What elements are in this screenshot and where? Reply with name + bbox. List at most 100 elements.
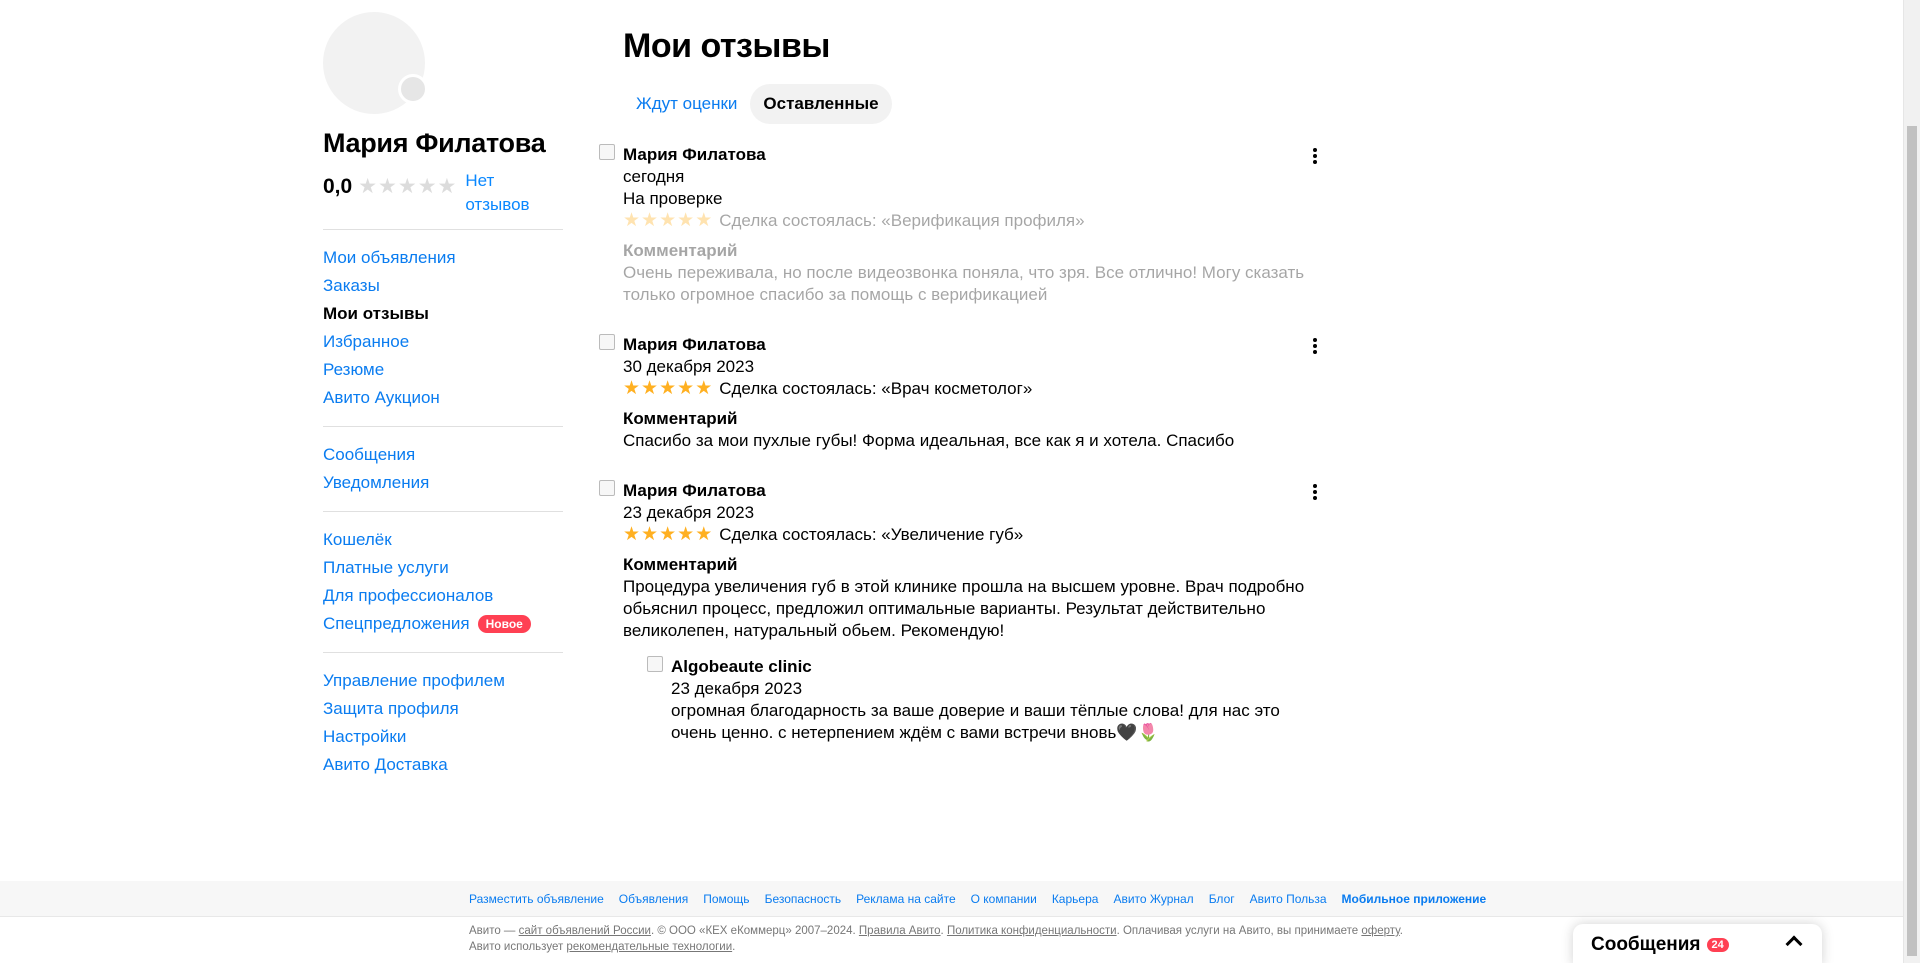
- legal-link-privacy[interactable]: Политика конфиденциальности: [947, 925, 1117, 937]
- footer-link[interactable]: Безопасность: [765, 892, 842, 906]
- footer-link[interactable]: Авито Журнал: [1113, 892, 1193, 906]
- sidebar-item-label: Мои отзывы: [323, 304, 429, 323]
- reply-author[interactable]: Algobeaute clinic: [671, 656, 1323, 678]
- sidebar-item-label: Платные услуги: [323, 558, 449, 577]
- star-icon: ★: [659, 210, 677, 231]
- sidebar-item[interactable]: Сообщения: [323, 441, 563, 469]
- star-icon: ★: [695, 378, 713, 399]
- sidebar-item[interactable]: Управление профилем: [323, 667, 563, 695]
- legal-link-recommendations[interactable]: рекомендательные технологии: [566, 941, 732, 953]
- main-content: Мои отзывы Ждут оценки Оставленные Мария …: [599, 26, 1325, 772]
- new-badge: Новое: [477, 615, 531, 633]
- rating-stars: ★ ★ ★ ★ ★: [358, 176, 457, 197]
- reviews-list: Мария Филатова сегодня На проверке ★ ★ ★ ★ ★ Сде…: [599, 144, 1325, 744]
- legal-text: .: [732, 941, 736, 953]
- sidebar-item[interactable]: Мои объявления: [323, 244, 563, 272]
- messages-widget[interactable]: Сообщения 24: [1573, 924, 1822, 963]
- sidebar-item[interactable]: Спецпредложения Новое: [323, 610, 563, 638]
- review-card: Мария Филатова 23 декабря 2023 ★ ★ ★ ★ ★ Сделка…: [599, 480, 1325, 744]
- footer-link[interactable]: О компании: [971, 892, 1037, 906]
- star-icon: ★: [677, 210, 695, 231]
- reviewer-avatar: [599, 480, 615, 496]
- more-options-icon[interactable]: [1305, 336, 1325, 356]
- star-icon: ★: [659, 378, 677, 399]
- star-icon: ★: [623, 524, 641, 545]
- deal-text: Сделка состоялась: «Врач косметолог»: [719, 379, 1033, 398]
- star-icon: ★: [623, 210, 641, 231]
- sidebar-item-label: Заказы: [323, 276, 380, 295]
- review-date: 30 декабря 2023: [623, 357, 755, 376]
- review-rating: ★ ★ ★ ★ ★ Сделка состоялась: «Верификация про…: [623, 210, 1323, 232]
- legal-text: Авито —: [469, 925, 519, 937]
- deal-text: Сделка состоялась: «Увеличение губ»: [719, 525, 1024, 544]
- review-rating: ★ ★ ★ ★ ★ Сделка состоялась: «Врач косметолог…: [623, 378, 1323, 400]
- footer-link[interactable]: Карьера: [1052, 892, 1099, 906]
- rating-value: 0,0: [323, 175, 353, 198]
- review-author[interactable]: Мария Филатова: [623, 480, 1323, 502]
- messages-widget-title: Сообщения: [1591, 934, 1701, 955]
- sidebar-item-label: Авито Аукцион: [323, 388, 440, 407]
- scrollbar[interactable]: [1903, 0, 1920, 963]
- sidebar-item-label: Кошелёк: [323, 530, 392, 549]
- avatar[interactable]: [323, 12, 428, 114]
- footer-link[interactable]: Объявления: [619, 892, 688, 906]
- footer-link[interactable]: Реклама на сайте: [856, 892, 956, 906]
- review-date: 23 декабря 2023: [623, 503, 755, 522]
- tab[interactable]: Ждут оценки: [623, 84, 750, 124]
- avatar-badge: [398, 74, 428, 104]
- sidebar-item[interactable]: Избранное: [323, 328, 563, 356]
- sidebar-item[interactable]: Резюме: [323, 356, 563, 384]
- seller-reply: Algobeaute clinic 23 декабря 2023 огромная…: [647, 656, 1323, 744]
- no-reviews-link[interactable]: Нет отзывов: [465, 169, 545, 217]
- sidebar-item[interactable]: Кошелёк: [323, 526, 563, 554]
- chevron-up-icon[interactable]: [1785, 935, 1803, 953]
- divider: [323, 652, 563, 653]
- review-author[interactable]: Мария Филатова: [623, 144, 1323, 166]
- tab[interactable]: Оставленные: [750, 84, 892, 124]
- rating-row: 0,0 ★ ★ ★ ★ ★ Нет отзывов: [323, 169, 563, 217]
- sidebar-item[interactable]: Уведомления: [323, 469, 563, 497]
- more-options-icon[interactable]: [1305, 482, 1325, 502]
- sidebar-item-label: Мои объявления: [323, 248, 456, 267]
- more-options-icon[interactable]: [1305, 146, 1325, 166]
- nav-group: Сообщения Уведомления: [323, 439, 563, 499]
- comment-text: Очень переживала, но после видеозвонка п…: [623, 263, 1305, 304]
- sidebar-item[interactable]: Настройки: [323, 723, 563, 751]
- comment-label: Комментарий: [623, 555, 738, 574]
- scrollbar-thumb[interactable]: [1907, 126, 1917, 956]
- comment-text: Спасибо за мои пухлые губы! Форма идеаль…: [623, 431, 1235, 450]
- sidebar-item-label: Авито Доставка: [323, 755, 448, 774]
- footer-legal: Авито — сайт объявлений России. © ООО «К…: [0, 917, 1430, 955]
- comment-label: Комментарий: [623, 241, 738, 260]
- sidebar-item-label: Сообщения: [323, 445, 416, 464]
- legal-link-site[interactable]: сайт объявлений России: [519, 925, 651, 937]
- footer-link[interactable]: Помощь: [703, 892, 749, 906]
- sidebar-item[interactable]: Авито Аукцион: [323, 384, 563, 412]
- footer-link[interactable]: Блог: [1209, 892, 1235, 906]
- star-icon: ★: [641, 378, 659, 399]
- star-empty-icon: ★: [378, 175, 397, 198]
- legal-link-rules[interactable]: Правила Авито: [859, 925, 941, 937]
- nav-group: Кошелёк Платные услуги Для профессионалов С…: [323, 524, 563, 640]
- footer-link[interactable]: Мобильное приложение: [1342, 892, 1487, 906]
- page-title: Мои отзывы: [623, 27, 830, 65]
- star-empty-icon: ★: [358, 175, 378, 198]
- review-status: На проверке: [623, 189, 723, 208]
- footer-link[interactable]: Авито Польза: [1250, 892, 1327, 906]
- reviewer-avatar: [599, 334, 615, 350]
- sidebar-item[interactable]: Заказы: [323, 272, 563, 300]
- sidebar-item[interactable]: Для профессионалов: [323, 582, 563, 610]
- legal-link-offer[interactable]: оферту: [1361, 925, 1399, 937]
- reply-text: огромная благодарность за ваше доверие и…: [671, 701, 1280, 742]
- sidebar-item-label: Защита профиля: [323, 699, 459, 718]
- review-author[interactable]: Мария Филатова: [623, 334, 1323, 356]
- sidebar-item[interactable]: Авито Доставка: [323, 751, 563, 779]
- nav-group: Мои объявления Заказы Мои отзывы Избранное Р…: [323, 242, 563, 414]
- footer-link[interactable]: Разместить объявление: [469, 892, 604, 906]
- sidebar-item[interactable]: Мои отзывы: [323, 300, 563, 328]
- sidebar-item[interactable]: Платные услуги: [323, 554, 563, 582]
- sidebar-item[interactable]: Защита профиля: [323, 695, 563, 723]
- sidebar-item-label: Для профессионалов: [323, 586, 494, 605]
- legal-text: . Оплачивая услуги на Авито, вы принимае…: [1116, 925, 1362, 937]
- divider: [323, 426, 563, 427]
